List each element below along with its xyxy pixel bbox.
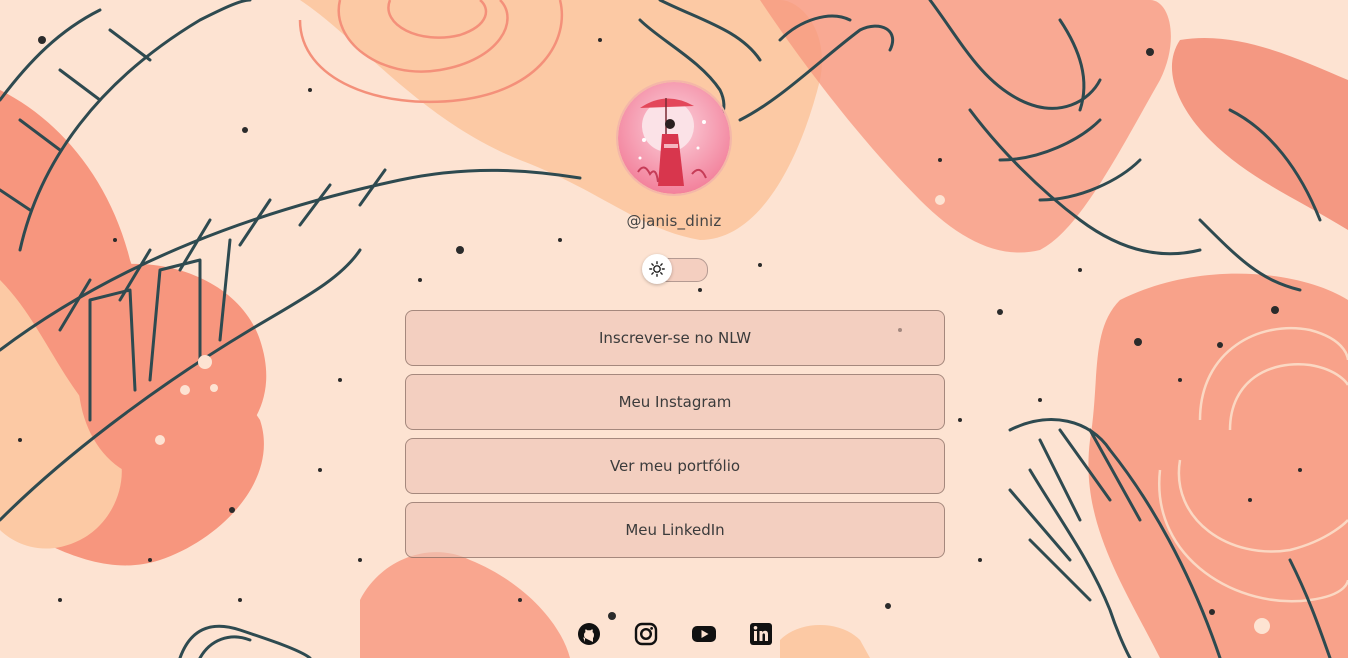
link-button-nlw[interactable]: Inscrever-se no NLW [405,310,945,366]
github-link[interactable] [575,620,603,648]
list-item: Ver meu portfólio [405,438,945,494]
avatar-illustration [618,82,730,194]
social-links [575,620,775,648]
link-list: Inscrever-se no NLW Meu Instagram Ver me… [405,310,945,566]
theme-switch[interactable] [642,254,708,284]
list-item: Meu Instagram [405,374,945,430]
linkedin-link[interactable] [747,620,775,648]
profile: @janis_diniz [0,80,1348,230]
switch-knob[interactable] [642,254,672,284]
instagram-link[interactable] [632,620,660,648]
instagram-icon [635,622,658,646]
list-item: Inscrever-se no NLW [405,310,945,366]
avatar[interactable] [616,80,732,196]
link-button-portfolio[interactable]: Ver meu portfólio [405,438,945,494]
link-button-instagram[interactable]: Meu Instagram [405,374,945,430]
youtube-link[interactable] [690,620,718,648]
sun-icon [649,261,665,277]
github-icon [578,623,600,645]
youtube-icon [691,626,716,642]
linkedin-icon [749,623,772,645]
link-button-linkedin[interactable]: Meu LinkedIn [405,502,945,558]
username: @janis_diniz [626,212,722,230]
list-item: Meu LinkedIn [405,502,945,558]
